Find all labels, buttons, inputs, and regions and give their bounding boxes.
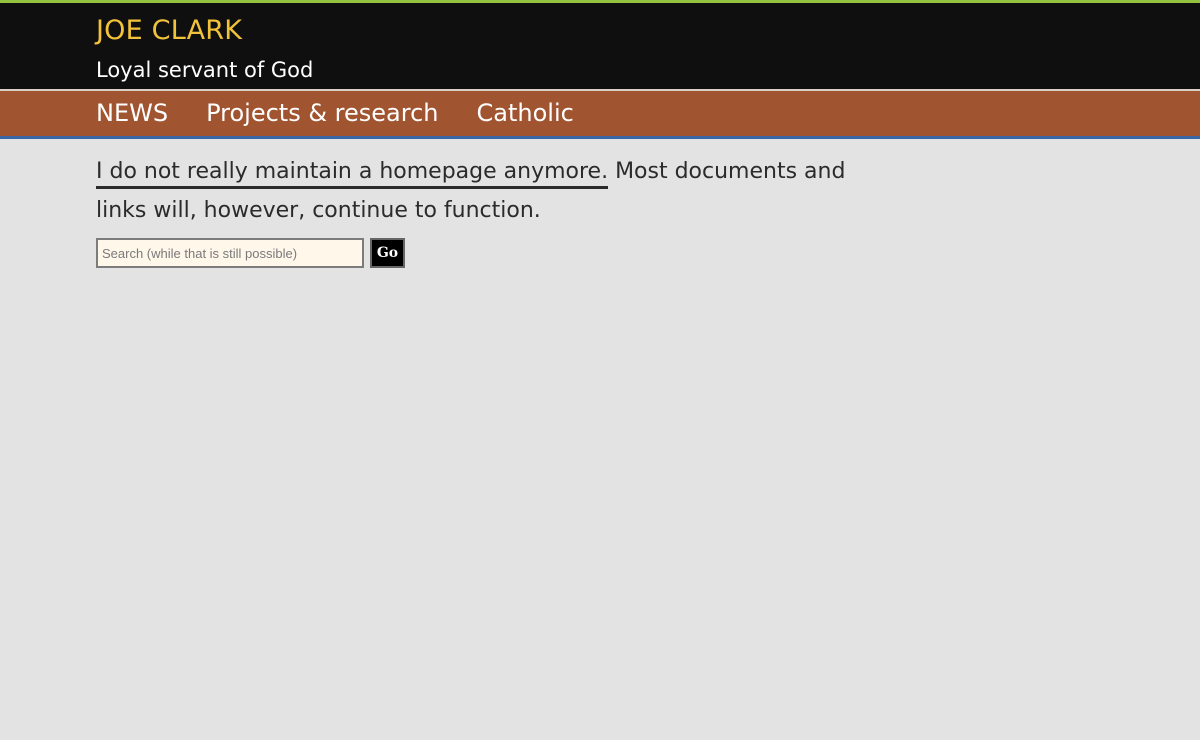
site-tagline: Loyal servant of God — [96, 58, 314, 82]
nav-link-projects-research[interactable]: Projects & research — [206, 99, 438, 127]
go-button[interactable]: Go — [370, 238, 405, 268]
main-nav: NEWS Projects & research Catholic — [0, 91, 1200, 139]
site-title[interactable]: JOE CLARK — [96, 13, 242, 49]
nav-item-news: NEWS — [96, 97, 168, 129]
site-header: JOE CLARK Loyal servant of God — [0, 3, 1200, 91]
search-input[interactable] — [96, 238, 364, 268]
search-form: Go — [96, 238, 856, 268]
nav-item-projects: Projects & research — [206, 97, 438, 129]
main-content: I do not really maintain a homepage anym… — [96, 152, 856, 268]
homepage-note-link[interactable]: I do not really maintain a homepage anym… — [96, 159, 609, 189]
nav-link-news[interactable]: NEWS — [96, 99, 168, 127]
nav-list: NEWS Projects & research Catholic — [96, 97, 574, 129]
nav-link-catholic[interactable]: Catholic — [477, 99, 574, 127]
intro-paragraph: I do not really maintain a homepage anym… — [96, 152, 856, 230]
nav-item-catholic: Catholic — [477, 97, 574, 129]
